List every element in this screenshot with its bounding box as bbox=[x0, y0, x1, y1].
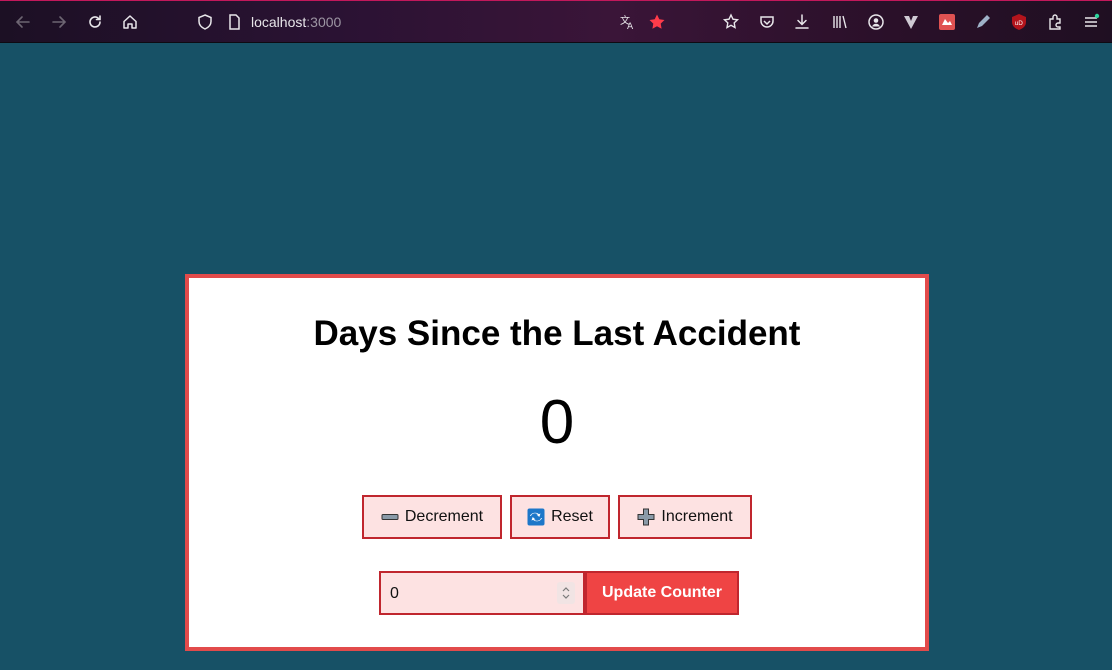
page-title: Days Since the Last Accident bbox=[313, 314, 801, 353]
plus-icon bbox=[637, 508, 655, 526]
extension-red-icon[interactable] bbox=[937, 12, 957, 32]
reload-icon[interactable] bbox=[85, 12, 105, 32]
increment-button[interactable]: Increment bbox=[618, 495, 752, 539]
account-icon[interactable] bbox=[866, 12, 886, 32]
back-arrow-icon[interactable] bbox=[13, 12, 33, 32]
number-spinner[interactable] bbox=[557, 582, 575, 604]
decrement-button[interactable]: Decrement bbox=[362, 495, 502, 539]
shield-icon[interactable] bbox=[195, 12, 215, 32]
pen-icon[interactable] bbox=[973, 12, 993, 32]
reset-button[interactable]: Reset bbox=[510, 495, 610, 539]
decrement-label: Decrement bbox=[404, 508, 484, 525]
save-to-pocket-icon[interactable] bbox=[757, 12, 777, 32]
menu-icon[interactable] bbox=[1081, 12, 1101, 32]
url-host: localhost bbox=[251, 14, 307, 30]
counter-card: Days Since the Last Accident 0 Decrement… bbox=[185, 274, 929, 651]
input-value: 0 bbox=[390, 585, 399, 602]
url-port: :3000 bbox=[306, 14, 342, 30]
repeat-icon bbox=[527, 508, 545, 526]
spinner-chevrons-icon bbox=[562, 587, 570, 599]
vivaldi-icon[interactable] bbox=[901, 12, 921, 32]
library-icon[interactable] bbox=[830, 12, 850, 32]
ublock-icon[interactable]: uD bbox=[1009, 12, 1029, 32]
update-counter-button[interactable]: Update Counter bbox=[585, 571, 739, 615]
counter-number-input[interactable]: 0 bbox=[379, 571, 585, 615]
address-bar[interactable]: localhost:3000 bbox=[251, 14, 341, 30]
minus-icon bbox=[381, 508, 399, 526]
svg-text:uD: uD bbox=[1015, 20, 1024, 27]
increment-label: Increment bbox=[661, 508, 733, 525]
reset-label: Reset bbox=[551, 508, 593, 525]
bookmark-star-icon[interactable] bbox=[647, 12, 667, 32]
forward-arrow-icon[interactable] bbox=[49, 12, 69, 32]
pocket-icon[interactable] bbox=[721, 12, 741, 32]
extensions-icon[interactable] bbox=[1045, 12, 1065, 32]
svg-text:A: A bbox=[627, 22, 634, 31]
days-counter: 0 bbox=[539, 388, 575, 457]
translate-icon[interactable]: 文A bbox=[618, 12, 638, 32]
page-icon[interactable] bbox=[224, 12, 244, 32]
downloads-icon[interactable] bbox=[792, 12, 812, 32]
browser-toolbar: localhost:3000 文A uD bbox=[0, 0, 1112, 43]
home-icon[interactable] bbox=[120, 12, 140, 32]
